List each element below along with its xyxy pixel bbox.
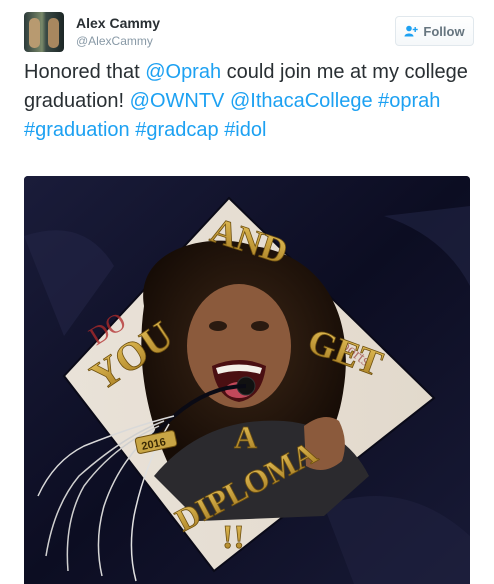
- mention-ithacacollege-link[interactable]: @IthacaCollege: [230, 90, 373, 112]
- person-plus-icon: [404, 25, 419, 37]
- cap-word-exclaim: !!: [222, 519, 245, 556]
- hashtag-graduation-link[interactable]: #graduation: [24, 119, 130, 141]
- tweet-photo[interactable]: DO Reports AND YOU GET A DIPLOMA !! 2016: [24, 176, 470, 584]
- avatar[interactable]: [24, 12, 64, 52]
- mention-owntv-link[interactable]: @OWNTV: [130, 90, 225, 112]
- hashtag-idol-link[interactable]: #idol: [224, 119, 266, 141]
- follow-button[interactable]: Follow: [395, 16, 474, 46]
- user-handle[interactable]: @AlexCammy: [76, 34, 153, 48]
- tweet-header: Alex Cammy @AlexCammy Follow: [24, 12, 474, 56]
- follow-label: Follow: [423, 23, 465, 39]
- mention-oprah-link[interactable]: @Oprah: [145, 61, 221, 83]
- tweet-text-prefix: Honored that: [24, 61, 146, 83]
- tweet-text: Honored that @Oprah could join me at my …: [24, 58, 476, 145]
- hashtag-gradcap-link[interactable]: #gradcap: [135, 119, 218, 141]
- hashtag-oprah-link[interactable]: #oprah: [378, 90, 440, 112]
- cap-word-a: A: [234, 419, 257, 455]
- user-name[interactable]: Alex Cammy: [76, 15, 160, 31]
